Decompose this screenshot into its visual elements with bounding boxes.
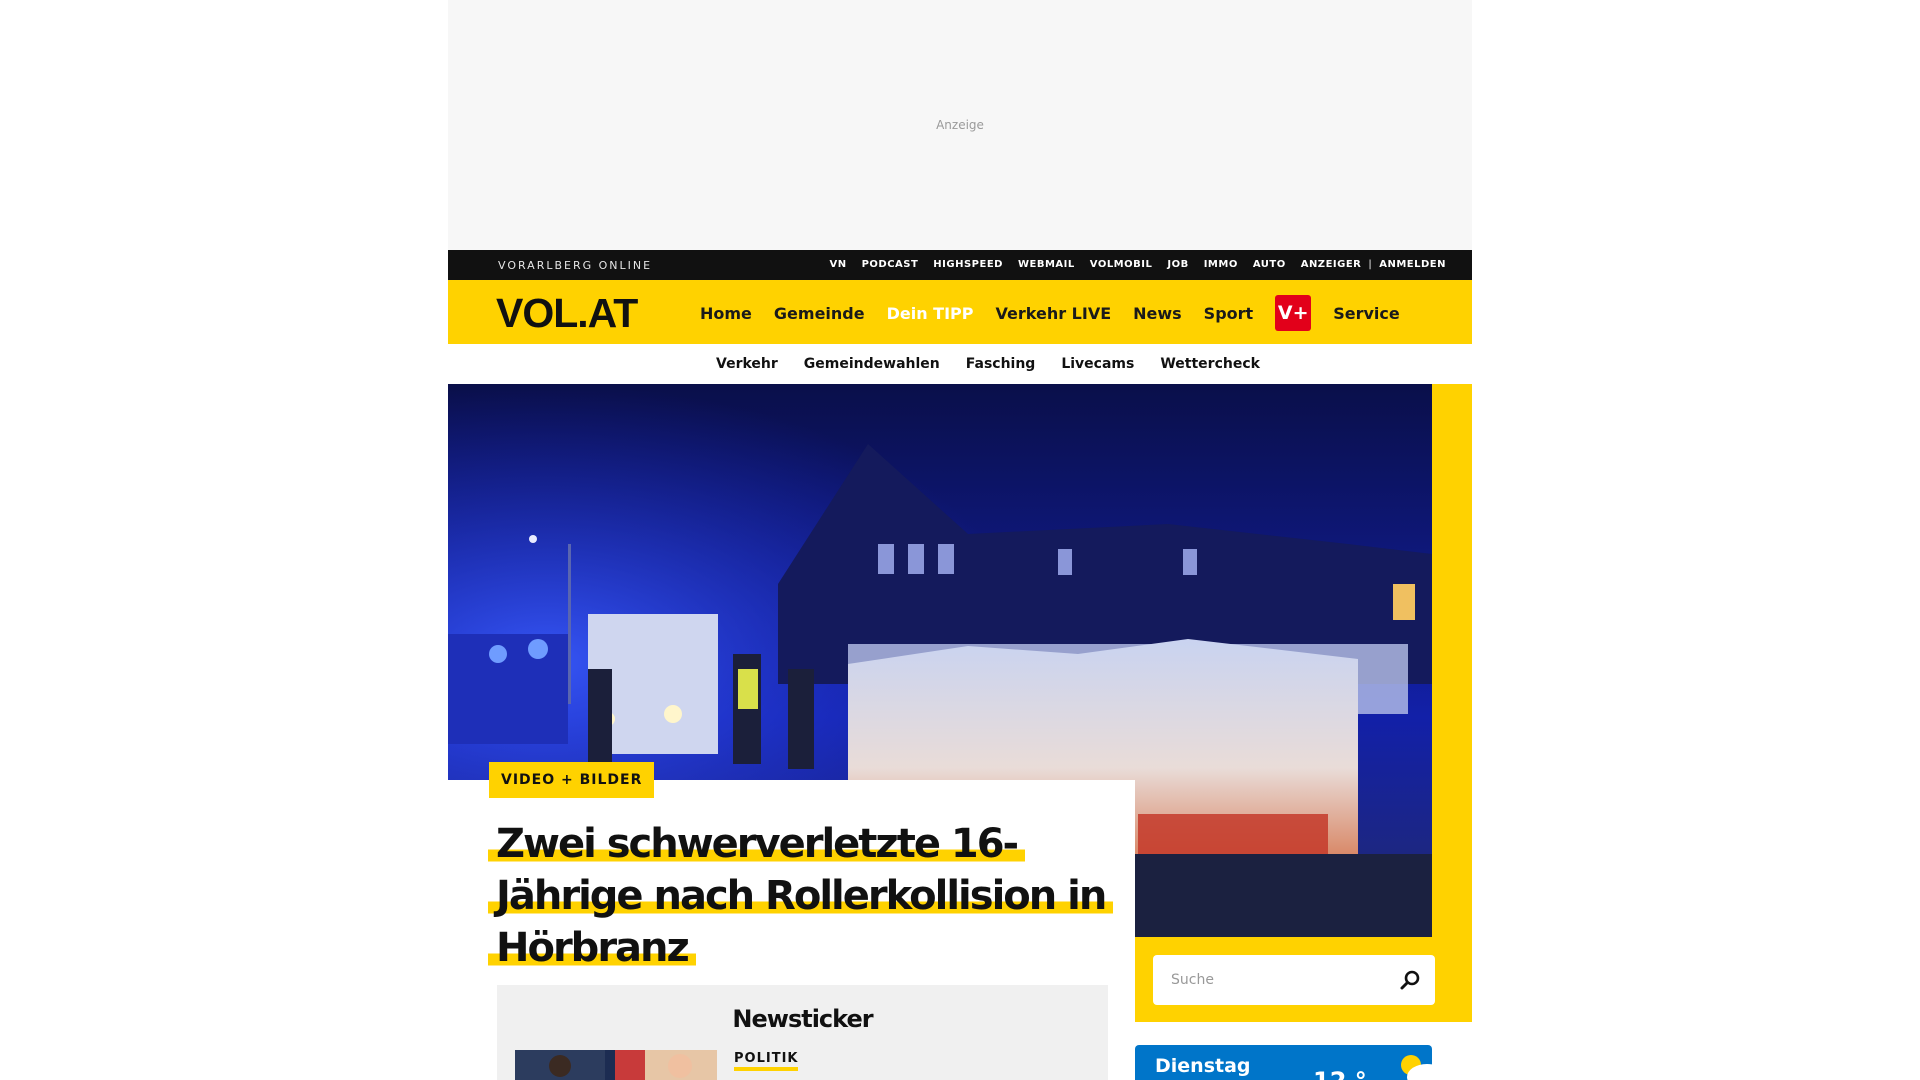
top-link-auto[interactable]: AUTO bbox=[1253, 259, 1286, 270]
nav-item-dein-tipp[interactable]: Dein TIPP bbox=[887, 304, 974, 323]
headline-text[interactable]: Zwei schwerverletzte 16-Jährige nach Rol… bbox=[488, 821, 1114, 971]
top-link-highspeed[interactable]: HIGHSPEED bbox=[933, 259, 1003, 270]
sub-nav: Verkehr Gemeindewahlen Fasching Livecams… bbox=[448, 344, 1472, 384]
weather-widget[interactable]: Dienstag 12 ° bbox=[1135, 1045, 1432, 1080]
search-panel bbox=[1135, 937, 1472, 1022]
top-bar: VORARLBERG ONLINE VN PODCAST HIGHSPEED W… bbox=[448, 250, 1472, 280]
site-logo[interactable]: VOL.AT bbox=[496, 290, 638, 337]
top-link-job[interactable]: JOB bbox=[1167, 259, 1188, 270]
main-nav-items: Home Gemeinde Dein TIPP Verkehr LIVE New… bbox=[700, 295, 1400, 331]
main-nav: VOL.AT Home Gemeinde Dein TIPP Verkehr L… bbox=[448, 280, 1472, 344]
ad-label: Anzeige bbox=[936, 118, 984, 132]
newsticker-item-category[interactable]: POLITIK bbox=[734, 1051, 799, 1071]
page: Anzeige VORARLBERG ONLINE VN PODCAST HIG… bbox=[0, 0, 1920, 1080]
thumbnail-illustration bbox=[515, 1050, 717, 1080]
nav-item-home[interactable]: Home bbox=[700, 304, 752, 323]
nav-item-vplus[interactable]: V+ bbox=[1275, 295, 1312, 331]
top-link-vn[interactable]: VN bbox=[829, 259, 846, 270]
weather-temperature: 12 ° bbox=[1313, 1067, 1367, 1080]
top-link-webmail[interactable]: WEBMAIL bbox=[1018, 259, 1075, 270]
subnav-item-fasching[interactable]: Fasching bbox=[966, 356, 1036, 372]
nav-item-gemeinde[interactable]: Gemeinde bbox=[774, 304, 865, 323]
newsticker-title: Newsticker bbox=[732, 1005, 873, 1033]
search-input[interactable] bbox=[1153, 955, 1393, 1005]
nav-item-news[interactable]: News bbox=[1133, 304, 1182, 323]
subnav-item-wettercheck[interactable]: Wettercheck bbox=[1160, 356, 1260, 372]
nav-item-verkehr-live[interactable]: Verkehr LIVE bbox=[996, 304, 1112, 323]
sun-cloud-icon bbox=[1401, 1055, 1432, 1080]
subnav-item-verkehr[interactable]: Verkehr bbox=[716, 356, 778, 372]
subnav-item-livecams[interactable]: Livecams bbox=[1061, 356, 1134, 372]
article-headline[interactable]: Zwei schwerverletzte 16-Jährige nach Rol… bbox=[488, 818, 1128, 974]
search-box bbox=[1153, 955, 1435, 1005]
ad-banner[interactable]: Anzeige bbox=[448, 0, 1472, 250]
top-link-separator: | bbox=[1368, 259, 1373, 270]
search-icon bbox=[1400, 970, 1420, 990]
newsticker: Newsticker POLITIK bbox=[497, 985, 1108, 1080]
top-link-anzeiger[interactable]: ANZEIGER bbox=[1301, 259, 1362, 270]
login-link[interactable]: ANMELDEN bbox=[1379, 259, 1446, 270]
hero-side-accent bbox=[1432, 384, 1472, 940]
nav-item-sport[interactable]: Sport bbox=[1204, 304, 1254, 323]
subnav-item-gemeindewahlen[interactable]: Gemeindewahlen bbox=[804, 356, 940, 372]
newsticker-thumbnail[interactable] bbox=[515, 1050, 717, 1080]
top-link-volmobil[interactable]: VOLMOBIL bbox=[1090, 259, 1153, 270]
top-links: VN PODCAST HIGHSPEED WEBMAIL VOLMOBIL JO… bbox=[829, 259, 1446, 270]
nav-item-service[interactable]: Service bbox=[1333, 304, 1400, 323]
sub-nav-items: Verkehr Gemeindewahlen Fasching Livecams… bbox=[716, 356, 1260, 372]
article-tag[interactable]: VIDEO + BILDER bbox=[489, 762, 655, 798]
weather-day: Dienstag bbox=[1155, 1055, 1251, 1077]
top-link-immo[interactable]: IMMO bbox=[1204, 259, 1238, 270]
search-button[interactable] bbox=[1397, 967, 1423, 993]
site-brand-line: VORARLBERG ONLINE bbox=[498, 259, 653, 272]
top-link-podcast[interactable]: PODCAST bbox=[862, 259, 919, 270]
